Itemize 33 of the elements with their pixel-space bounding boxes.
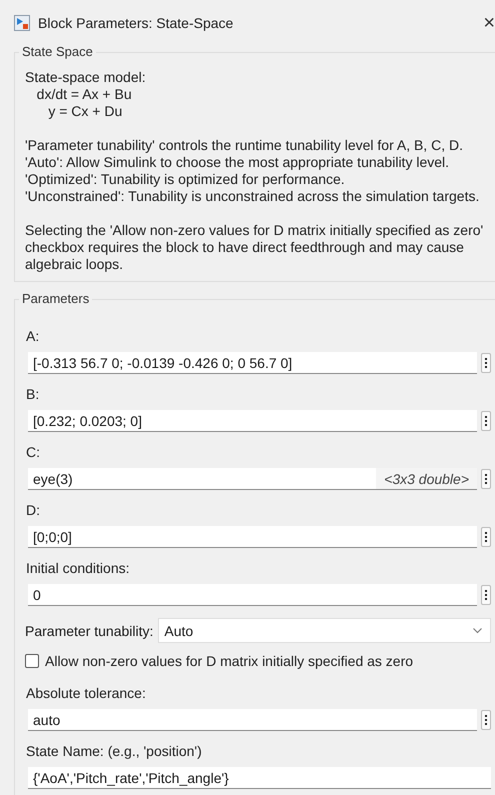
- description-text: Selecting the 'Allow non-zero values for D matrix initially specified as zero' checkbox requires the block to have direct feedthrough and may cause algebraic loops.: [25, 222, 484, 273]
- input-field[interactable]: [0;0;0]: [28, 526, 477, 548]
- input-field[interactable]: [-0.313 56.7 0; -0.0139 -0.426 0; 0 56.7 0]: [28, 352, 477, 374]
- field-label: Absolute tolerance:: [25, 684, 147, 703]
- more-options-button[interactable]: [481, 353, 491, 373]
- more-options-button[interactable]: [481, 469, 491, 489]
- close-icon[interactable]: ×: [483, 13, 495, 33]
- field-label: D:: [25, 501, 41, 520]
- input-field[interactable]: {'AoA','Pitch_rate','Pitch_angle'}: [28, 767, 491, 789]
- more-options-button[interactable]: [481, 710, 491, 730]
- field-label: A:: [25, 327, 40, 346]
- group-label: Parameters: [19, 291, 92, 306]
- input-field[interactable]: eye(3) <3x3 double>: [28, 468, 477, 490]
- window-title: Block Parameters: State-Space: [38, 15, 234, 31]
- input-field[interactable]: [0.232; 0.0203; 0]: [28, 410, 477, 432]
- dropdown-label: Parameter tunability:: [25, 622, 154, 638]
- input-field[interactable]: 0: [28, 584, 477, 606]
- group-label: State Space: [19, 44, 96, 59]
- dropdown[interactable]: Auto: [158, 618, 491, 643]
- description-text: 'Parameter tunability' controls the runtime tunability level for A, B, C, D. 'Auto': Allow Simulink to choose the most appropriate tunability level. 'Optimized': Tunability is optimized for performance. 'Unconstrained': Tunability is unconstrained across the simulation targets.: [25, 137, 480, 205]
- more-options-button[interactable]: [481, 585, 491, 605]
- chevron-down-icon: [473, 628, 482, 634]
- more-options-button[interactable]: [481, 411, 491, 431]
- field-label: B:: [25, 385, 40, 404]
- input-field[interactable]: auto: [28, 709, 477, 731]
- checkbox-label: Allow non-zero values for D matrix initially specified as zero: [45, 653, 414, 669]
- field-label: Initial conditions:: [25, 559, 131, 578]
- checkbox[interactable]: [25, 654, 39, 668]
- app-icon: [14, 15, 30, 31]
- description-text: State-space model: dx/dt = Ax + Bu y = Cx + Du: [25, 69, 147, 120]
- more-options-button[interactable]: [481, 527, 491, 547]
- field-label: C:: [25, 443, 41, 462]
- field-label: State Name: (e.g., 'position'): [25, 742, 203, 761]
